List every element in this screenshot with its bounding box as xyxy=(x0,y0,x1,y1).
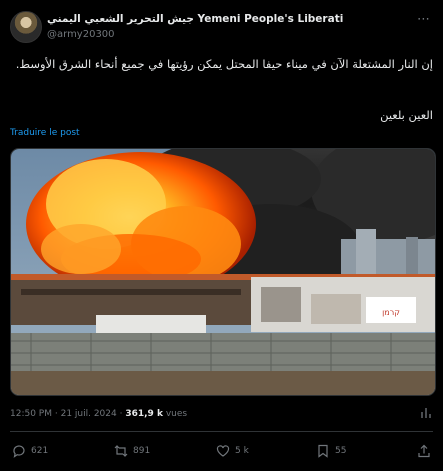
repost-button[interactable]: 891 xyxy=(114,444,150,458)
share-icon xyxy=(418,444,430,458)
author-display-name[interactable]: جيش التحرير الشعبي اليمني Yemeni People'… xyxy=(47,13,343,25)
tweet-time[interactable]: 12:50 PM xyxy=(10,409,52,419)
more-options-icon[interactable]: ⋯ xyxy=(417,12,431,27)
bookmark-button[interactable]: 55 xyxy=(316,444,346,458)
avatar[interactable] xyxy=(10,11,42,43)
share-button[interactable] xyxy=(417,444,431,458)
action-bar: 621 891 5 k 55 xyxy=(10,444,433,460)
author-handle[interactable]: @army20300 xyxy=(47,29,115,40)
fire-scene-image: קרמן xyxy=(11,149,435,395)
building-sign: קרמן xyxy=(382,308,400,317)
tweet-media-image[interactable]: קרמן xyxy=(10,148,436,396)
repost-icon xyxy=(114,445,128,457)
bookmark-icon xyxy=(318,444,328,458)
repost-count: 891 xyxy=(133,446,151,456)
tweet-text: إن النار المشتعلة الآن في ميناء حيفا الم… xyxy=(15,57,433,71)
heart-icon xyxy=(216,445,230,457)
reply-icon xyxy=(13,445,25,458)
tweet-meta: 12:50 PM · 21 juil. 2024 · 361,9 k vues xyxy=(10,409,188,419)
views-label: vues xyxy=(165,409,188,419)
translate-link[interactable]: Traduire le post xyxy=(10,128,80,138)
analytics-icon[interactable] xyxy=(419,406,433,420)
divider xyxy=(10,431,433,432)
tweet-date[interactable]: 21 juil. 2024 xyxy=(61,409,117,419)
reply-button[interactable]: 621 xyxy=(12,444,48,458)
tweet-text-second: العين بلعين xyxy=(380,108,433,122)
reply-count: 621 xyxy=(31,446,49,456)
bookmark-count: 55 xyxy=(335,446,347,456)
like-button[interactable]: 5 k xyxy=(216,444,249,458)
like-count: 5 k xyxy=(235,446,249,456)
views-count: 361,9 k xyxy=(125,409,163,419)
